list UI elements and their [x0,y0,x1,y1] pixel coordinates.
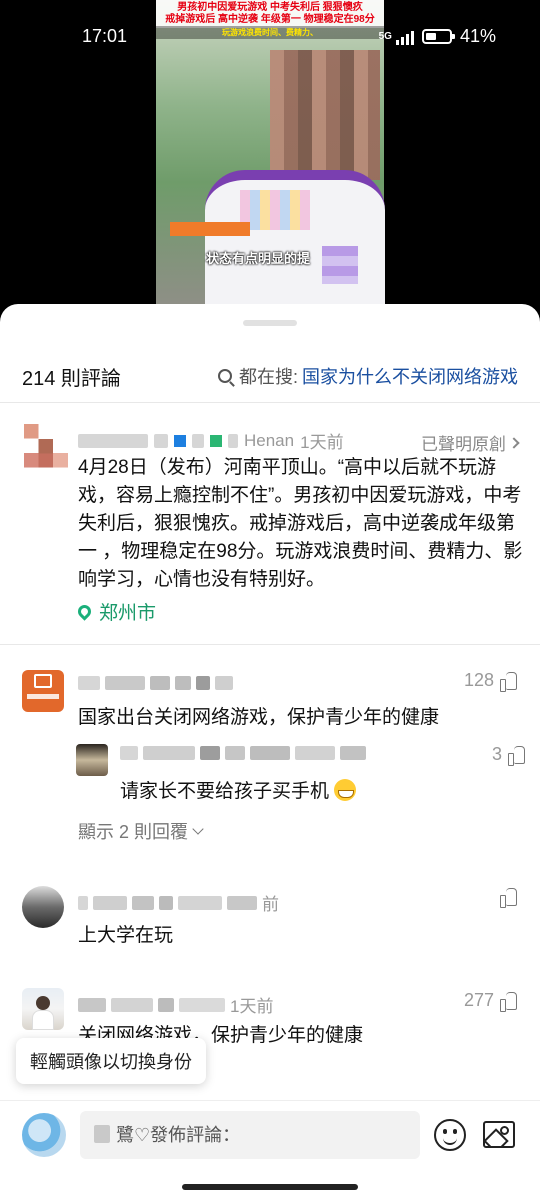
comment-count: 214 則評論 [22,368,121,390]
show-replies-label: 顯示 2 則回覆 [78,822,189,842]
blurred-username [192,433,204,448]
post-text: 4月28日（发布）河南平顶山。“高中以后就不玩游戏，容易上瘾控制不住”。男孩初中… [78,457,523,590]
grinning-emoji-icon [334,779,357,801]
search-suggestion[interactable]: 都在搜: 国家为什么不关闭网络游戏 [217,363,518,389]
comment-username[interactable] [78,676,233,690]
thumbs-up-icon [500,991,518,1012]
avatar[interactable] [76,744,108,776]
comment-input[interactable]: 鷺♡發佈評論： [80,1111,420,1159]
comment-time: 1天前 [230,997,274,1016]
like-count: 128 [463,670,494,690]
location-pin-icon [75,602,94,621]
video-subtitle: 状态有点明显的提 [206,251,311,266]
video-caption-line1: 男孩初中因爱玩游戏 中考失利后 狠狠懊疚 [177,2,363,13]
like-button[interactable] [500,888,518,908]
comments-header: 214 則評論 都在搜: 国家为什么不关闭网络游戏 [0,354,540,400]
like-count: 277 [463,990,494,1010]
comment-text: 上大学在玩 [78,925,174,946]
original-claim-label: 已聲明原創 [421,435,506,454]
comments-sheet: 214 則評論 都在搜: 国家为什么不关闭网络游戏 Henan 1天前 已聲明原… [0,304,540,1200]
comment-username[interactable]: 前 [78,890,279,915]
like-button[interactable]: 277 [463,990,518,1012]
comment-input-placeholder: 鷺♡發佈評論： [116,1125,241,1145]
divider [0,644,540,645]
status-icons: 5G 41% [379,26,496,47]
comment-username[interactable]: 1天前 [78,992,273,1017]
post-meta: Henan 1天前 [78,428,344,453]
status-time: 17:01 [82,26,128,46]
reply-text-content: 请家长不要给孩子买手机 [120,781,330,802]
blurred-username [154,433,168,448]
signal-icon [395,29,414,45]
avatar[interactable] [24,424,68,468]
thumbs-up-icon [500,888,518,908]
reply-username[interactable] [120,746,366,760]
avatar[interactable] [22,886,64,928]
blurred-username [78,433,148,448]
mosaic-patch [170,222,250,236]
blurred-username [228,433,238,448]
search-prefix: 都在搜: [238,367,298,387]
comment-input-bar: 鷺♡發佈評論： [0,1100,540,1170]
post-location-source: Henan [244,430,295,450]
divider [0,402,540,403]
search-term-link[interactable]: 国家为什么不关闭网络游戏 [302,363,518,389]
image-upload-icon[interactable] [483,1121,515,1148]
comment-time: 前 [262,895,279,914]
like-button[interactable]: 3 [491,744,526,766]
badge-icon [174,434,186,447]
post-time: 1天前 [300,433,344,452]
show-replies-button[interactable]: 顯示 2 則回覆 [78,818,204,844]
mosaic-patch [240,190,310,230]
original-claim[interactable]: 已聲明原創 [421,430,520,455]
chevron-right-icon [508,436,520,449]
chevron-down-icon [192,823,204,835]
home-indicator[interactable] [182,1184,358,1190]
avatar[interactable] [22,988,64,1030]
switch-identity-tooltip: 輕觸頭像以切換身份 [16,1038,206,1084]
mosaic-patch [322,246,358,284]
search-icon [217,369,232,383]
like-count: 3 [491,744,502,764]
battery-icon [421,29,455,44]
status-bar: 17:01 5G 41% [0,22,540,52]
avatar[interactable] [22,670,64,712]
self-avatar[interactable] [22,1113,66,1157]
post-location[interactable]: 郑州市 [75,598,157,625]
thumbs-up-icon [500,671,518,692]
reply-text: 请家长不要给孩子买手机 [120,776,357,803]
comment-text: 国家出台关闭网络游戏，保护青少年的健康 [78,707,440,728]
badge-icon [210,434,222,447]
thumbs-up-icon [508,745,526,766]
battery-percent: 41% [459,26,496,46]
like-button[interactable]: 128 [463,670,518,692]
emoji-picker-icon[interactable] [434,1119,466,1151]
location-label: 郑州市 [99,603,157,624]
blurred-face [270,50,380,180]
network-type: 5G [378,31,392,42]
sheet-drag-handle[interactable] [243,320,297,326]
